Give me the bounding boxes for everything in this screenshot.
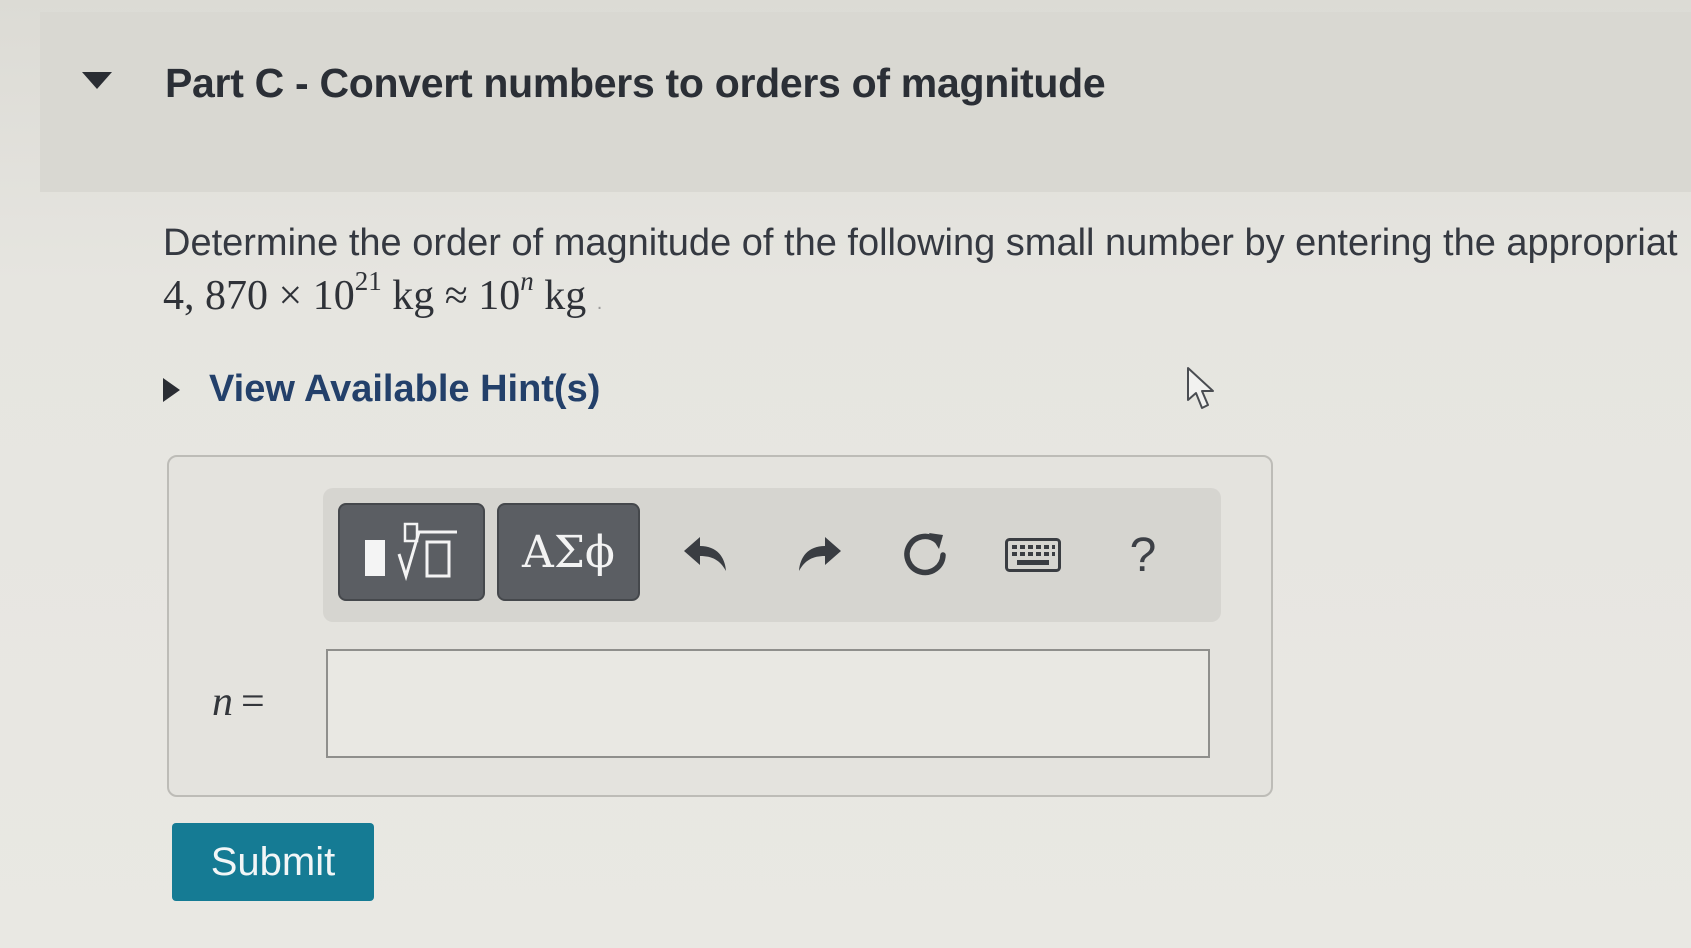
equation-mantissa: 4, 870 — [163, 273, 268, 319]
view-hints-link[interactable]: View Available Hint(s) — [209, 368, 600, 411]
part-title[interactable]: Part C - Convert numbers to orders of ma… — [165, 60, 1106, 107]
greek-symbols-button[interactable]: ΑΣϕ — [497, 503, 640, 601]
view-hints-toggle[interactable]: View Available Hint(s) — [163, 368, 600, 411]
equation-approx: ≈ — [444, 273, 468, 319]
question-prompt: Determine the order of magnitude of the … — [163, 222, 1678, 264]
equation-base-right: 10 — [478, 273, 521, 319]
equation-base-left: 10 — [312, 273, 355, 319]
undo-icon[interactable] — [672, 520, 742, 590]
collapse-triangle-icon[interactable] — [82, 72, 112, 89]
help-button[interactable]: ? — [1108, 520, 1178, 590]
templates-button[interactable] — [338, 503, 485, 601]
redo-icon[interactable] — [783, 520, 853, 590]
equation-unit-right: kg — [544, 273, 587, 319]
equation-unit-left: kg — [392, 273, 435, 319]
equation-times: × — [278, 273, 303, 319]
equation-exponent-right: n — [520, 266, 534, 296]
answer-input[interactable] — [326, 649, 1210, 758]
question-equation: 4, 870 × 1021 kg ≈ 10n kg . — [163, 266, 603, 320]
keyboard-icon[interactable] — [998, 520, 1068, 590]
equation-exponent-left: 21 — [354, 266, 382, 296]
answer-equals: = — [241, 679, 265, 725]
answer-variable: n — [212, 679, 233, 725]
screen: Part C - Convert numbers to orders of ma… — [0, 0, 1691, 948]
templates-icon — [364, 522, 457, 582]
answer-variable-label: n = — [212, 678, 265, 726]
reset-icon[interactable] — [890, 520, 960, 590]
submit-button[interactable]: Submit — [172, 823, 374, 901]
equation-trailing-dot: . — [596, 292, 603, 314]
expand-triangle-icon — [163, 377, 180, 402]
mouse-pointer-icon — [1187, 367, 1214, 409]
